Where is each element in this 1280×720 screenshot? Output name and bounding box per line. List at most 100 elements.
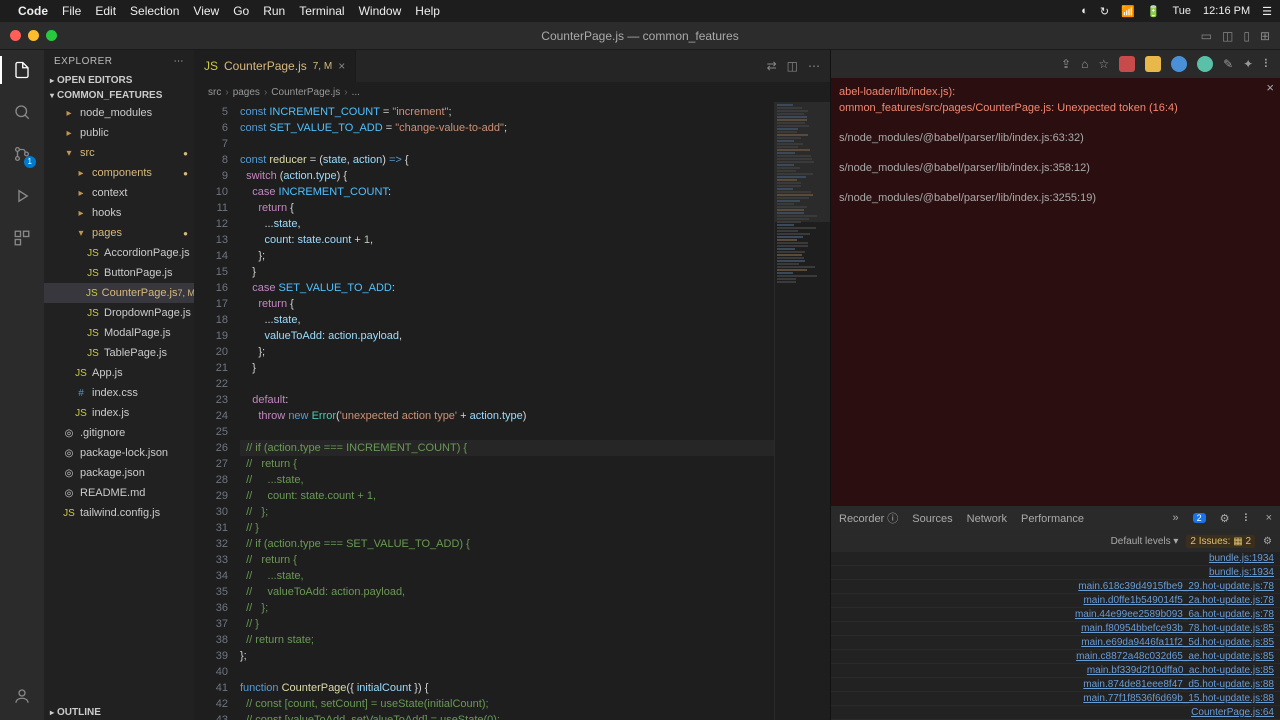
console-log-row[interactable]: main.618c39d4915fbe9_29.hot-update.js:78: [831, 580, 1280, 594]
tab-counterpage[interactable]: JS CounterPage.js 7, M ×: [194, 50, 356, 82]
activity-account-icon[interactable]: [10, 684, 34, 708]
menubar-item[interactable]: Selection: [130, 4, 179, 18]
layout-icon[interactable]: ◫: [1222, 29, 1233, 43]
battery-icon[interactable]: 🔋: [1147, 5, 1161, 18]
menubar-item[interactable]: Edit: [95, 4, 116, 18]
breadcrumb[interactable]: src›pages›CounterPage.js›...: [194, 82, 830, 102]
more-icon[interactable]: ⠇: [1263, 57, 1272, 71]
file-row[interactable]: #index.css: [44, 383, 194, 403]
code-editor[interactable]: const INCREMENT_COUNT = "increment";cons…: [240, 102, 774, 720]
console-log-row[interactable]: main.f80954bbefce93b_78.hot-update.js:85: [831, 622, 1280, 636]
console-log-row[interactable]: main.d0ffe1b549014f5_2a.hot-update.js:78: [831, 594, 1280, 608]
devtools-tab[interactable]: Network: [967, 513, 1007, 525]
file-row[interactable]: ◎package.json: [44, 463, 194, 483]
file-row[interactable]: JSCounterPage.js7, M: [44, 283, 194, 303]
menubar-icon[interactable]: ↻: [1100, 5, 1109, 18]
folder-row[interactable]: ▾src●: [44, 143, 194, 163]
file-row[interactable]: JSindex.js: [44, 403, 194, 423]
devtools-close-icon[interactable]: ×: [1266, 512, 1272, 524]
window-titlebar: CounterPage.js — common_features ▭ ◫ ▯ ⊞: [0, 22, 1280, 50]
console-log-row[interactable]: main.bf339d2f10dffa0_ac.hot-update.js:85: [831, 664, 1280, 678]
devtools-tab[interactable]: Sources: [912, 513, 952, 525]
console-log-row[interactable]: main.44e99ee2589b093_6a.hot-update.js:78: [831, 608, 1280, 622]
file-row[interactable]: JSDropdownPage.js: [44, 303, 194, 323]
file-row[interactable]: ◎.gitignore: [44, 423, 194, 443]
outline-section[interactable]: ▸OUTLINE: [44, 705, 194, 720]
puzzle-icon[interactable]: ✦: [1243, 57, 1253, 71]
console-log[interactable]: bundle.js:1934bundle.js:1934main.618c39d…: [831, 552, 1280, 720]
console-log-row[interactable]: main.e69da9446fa11f2_5d.hot-update.js:85: [831, 636, 1280, 650]
edit-icon[interactable]: ✎: [1223, 57, 1233, 71]
activity-extensions-icon[interactable]: [10, 226, 34, 250]
folder-row[interactable]: ▾pages●: [44, 223, 194, 243]
error-close-icon[interactable]: ×: [1266, 80, 1274, 96]
file-row[interactable]: ◎package-lock.json: [44, 443, 194, 463]
console-settings-icon[interactable]: ⚙: [1263, 536, 1272, 547]
menubar-item[interactable]: View: [193, 4, 219, 18]
menubar-item[interactable]: Go: [233, 4, 249, 18]
activity-scm-icon[interactable]: 1: [10, 142, 34, 166]
share-icon[interactable]: ⇪: [1061, 57, 1071, 71]
layout-icon[interactable]: ⊞: [1260, 29, 1270, 43]
folder-row[interactable]: ▸hooks: [44, 203, 194, 223]
extension-icon[interactable]: [1171, 56, 1187, 72]
home-icon[interactable]: ⌂: [1081, 57, 1088, 71]
compare-icon[interactable]: ⇄: [767, 59, 777, 73]
kebab-icon[interactable]: ⠇: [1244, 512, 1252, 525]
file-row[interactable]: JSModalPage.js: [44, 323, 194, 343]
console-log-row[interactable]: main.77f1f8536f6d69b_15.hot-update.js:88: [831, 692, 1280, 706]
control-center-icon[interactable]: ☰: [1262, 5, 1272, 18]
menubar-item[interactable]: Run: [263, 4, 285, 18]
workspace-section[interactable]: ▾COMMON_FEATURES: [44, 88, 194, 103]
menubar-day: Tue: [1172, 5, 1191, 17]
open-editors-section[interactable]: ▸OPEN EDITORS: [44, 73, 194, 88]
console-log-row[interactable]: bundle.js:1934: [831, 566, 1280, 580]
activity-explorer-icon[interactable]: [10, 58, 34, 82]
activity-debug-icon[interactable]: [10, 184, 34, 208]
file-row[interactable]: ◎README.md: [44, 483, 194, 503]
layout-icon[interactable]: ▯: [1243, 29, 1250, 43]
wifi-icon[interactable]: 📶: [1121, 5, 1135, 18]
star-icon[interactable]: ☆: [1098, 57, 1109, 71]
menubar-item[interactable]: Help: [415, 4, 440, 18]
window-minimize-button[interactable]: [28, 30, 39, 41]
folder-row[interactable]: ▸public: [44, 123, 194, 143]
folder-row[interactable]: ▸context: [44, 183, 194, 203]
folder-row[interactable]: ▸node_modules: [44, 103, 194, 123]
activity-search-icon[interactable]: [10, 100, 34, 124]
window-close-button[interactable]: [10, 30, 21, 41]
folder-row[interactable]: ▸components●: [44, 163, 194, 183]
menubar-item[interactable]: File: [62, 4, 81, 18]
window-maximize-button[interactable]: [46, 30, 57, 41]
layout-icon[interactable]: ▭: [1201, 29, 1212, 43]
console-log-row[interactable]: main.c8872a48c032d65_ae.hot-update.js:85: [831, 650, 1280, 664]
explorer-more-icon[interactable]: ⋯: [174, 56, 185, 67]
file-row[interactable]: JSApp.js: [44, 363, 194, 383]
console-log-row[interactable]: CounterPage.js:64: [831, 706, 1280, 720]
console-log-row[interactable]: main.874de81eee8f47_d5.hot-update.js:88: [831, 678, 1280, 692]
devtools-tab[interactable]: Recorder ⓘ: [839, 513, 898, 525]
tab-close-icon[interactable]: ×: [338, 59, 345, 73]
split-editor-icon[interactable]: ◫: [787, 59, 798, 73]
settings-icon[interactable]: ⚙: [1220, 512, 1230, 525]
devtools-tab[interactable]: Performance: [1021, 513, 1084, 525]
tabs-overflow-icon[interactable]: »: [1172, 512, 1178, 524]
file-row[interactable]: JSAccordionPage.js: [44, 243, 194, 263]
error-count-badge[interactable]: 2: [1193, 513, 1206, 523]
console-log-row[interactable]: bundle.js:1934: [831, 552, 1280, 566]
more-icon[interactable]: ⋯: [808, 59, 820, 73]
file-row[interactable]: JSButtonPage.js: [44, 263, 194, 283]
extension-icon[interactable]: [1145, 56, 1161, 72]
macos-menubar: Code File Edit Selection View Go Run Terminal W…: [0, 0, 1280, 22]
issues-badge[interactable]: 2 Issues: ▦ 2: [1186, 535, 1255, 548]
file-row[interactable]: JSTablePage.js: [44, 343, 194, 363]
levels-dropdown[interactable]: Default levels ▾: [1111, 536, 1179, 547]
menubar-item[interactable]: Terminal: [299, 4, 344, 18]
file-row[interactable]: JStailwind.config.js: [44, 503, 194, 523]
menubar-icon[interactable]: ◐: [1081, 5, 1088, 17]
menubar-item[interactable]: Window: [359, 4, 402, 18]
menubar-app-name[interactable]: Code: [18, 4, 48, 18]
extension-icon[interactable]: [1119, 56, 1135, 72]
minimap[interactable]: [774, 102, 830, 720]
extension-icon[interactable]: [1197, 56, 1213, 72]
